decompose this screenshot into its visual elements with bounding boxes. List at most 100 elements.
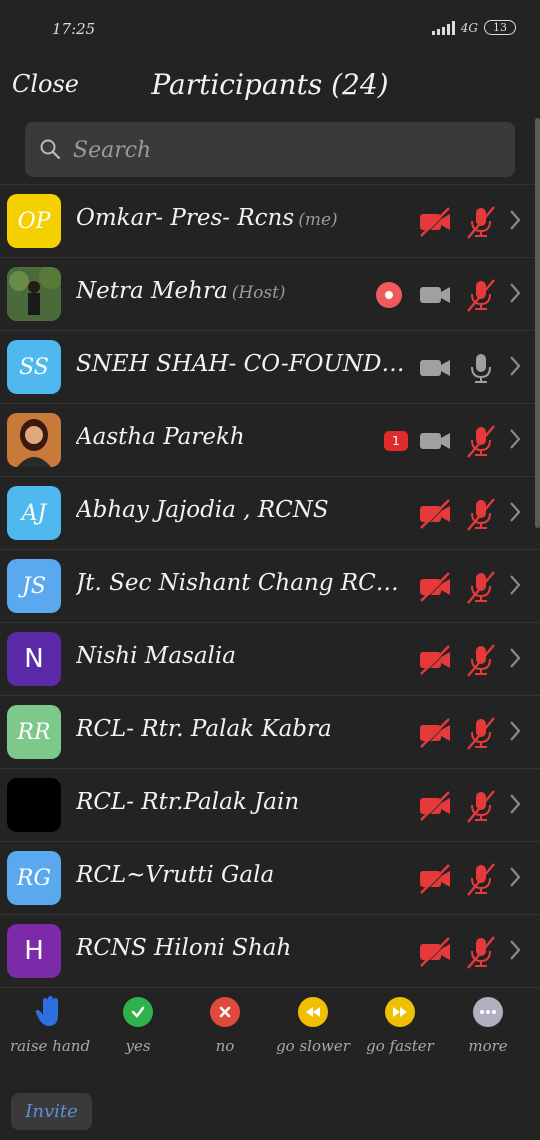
mic-off-icon bbox=[466, 278, 496, 316]
participant-row[interactable]: Netra Mehra (Host) bbox=[0, 258, 540, 331]
status-indicators: 4G 13 bbox=[431, 20, 516, 35]
chevron-right-icon[interactable] bbox=[508, 939, 522, 965]
participant-row[interactable]: OP Omkar- Pres- Rcns (me) bbox=[0, 185, 540, 258]
search-bar[interactable] bbox=[25, 122, 515, 177]
avatar bbox=[7, 778, 61, 832]
participant-name-text: RCL- Rtr.Palak Jain bbox=[76, 789, 300, 815]
status-bar: 17:25 4G 13 bbox=[0, 0, 540, 58]
reaction-label: raise hand bbox=[9, 1037, 91, 1055]
reaction-rewind-button[interactable]: go slower bbox=[269, 995, 357, 1055]
video-off-icon bbox=[418, 935, 452, 973]
participant-name-text: Jt. Sec Nishant Chang RCVESC... bbox=[76, 570, 406, 596]
chevron-right-icon[interactable] bbox=[508, 428, 522, 454]
chevron-right-icon[interactable] bbox=[508, 209, 522, 235]
mic-icon bbox=[466, 351, 496, 389]
fast-forward-icon bbox=[385, 997, 415, 1027]
participant-row[interactable]: RR RCL- Rtr. Palak Kabra bbox=[0, 696, 540, 769]
participant-name: Jt. Sec Nishant Chang RCVESC... bbox=[76, 570, 406, 596]
avatar: AJ bbox=[7, 486, 61, 540]
video-icon bbox=[418, 424, 452, 462]
mic-off-icon bbox=[466, 789, 496, 827]
reaction-more-button[interactable]: more bbox=[444, 995, 532, 1055]
reaction-bar: raise hand yes no go slower go faster more bbox=[0, 985, 540, 1065]
participant-name: Omkar- Pres- Rcns (me) bbox=[76, 205, 406, 231]
more-icon bbox=[473, 997, 503, 1027]
x-icon bbox=[210, 997, 240, 1027]
chevron-right-icon[interactable] bbox=[508, 501, 522, 527]
reaction-x-button[interactable]: no bbox=[181, 995, 269, 1055]
invite-button[interactable]: Invite bbox=[11, 1093, 92, 1130]
reaction-fast-forward-button[interactable]: go faster bbox=[356, 995, 444, 1055]
chevron-right-icon[interactable] bbox=[508, 720, 522, 746]
participant-name: RCNS Hiloni Shah bbox=[76, 935, 406, 961]
header: Close Participants (24) bbox=[0, 58, 540, 118]
video-icon bbox=[418, 351, 452, 389]
participant-row[interactable]: AJ Abhay Jajodia , RCNS bbox=[0, 477, 540, 550]
video-off-icon bbox=[418, 862, 452, 900]
participant-row[interactable]: RG RCL~Vrutti Gala bbox=[0, 842, 540, 915]
photo-avatar-icon bbox=[7, 267, 61, 321]
avatar: H bbox=[7, 924, 61, 978]
network-type: 4G bbox=[460, 20, 478, 35]
participant-row[interactable]: JS Jt. Sec Nishant Chang RCVESC... bbox=[0, 550, 540, 623]
rewind-icon bbox=[298, 997, 328, 1027]
scrollbar[interactable] bbox=[535, 118, 540, 528]
chat-badge: 1 bbox=[384, 431, 408, 451]
participant-row[interactable]: Aastha Parekh 1 bbox=[0, 404, 540, 477]
page-title: Participants (24) bbox=[151, 68, 389, 101]
mic-off-icon bbox=[466, 643, 496, 681]
chevron-right-icon[interactable] bbox=[508, 866, 522, 892]
check-icon bbox=[123, 997, 153, 1027]
participant-name: RCL~Vrutti Gala bbox=[76, 862, 406, 888]
participant-name: RCL- Rtr. Palak Kabra bbox=[76, 716, 406, 742]
participant-name: Abhay Jajodia , RCNS bbox=[76, 497, 406, 523]
battery-icon: 13 bbox=[484, 20, 516, 35]
chevron-right-icon[interactable] bbox=[508, 574, 522, 600]
participant-name: Aastha Parekh bbox=[76, 424, 406, 450]
participant-name: RCL- Rtr.Palak Jain bbox=[76, 789, 406, 815]
mic-off-icon bbox=[466, 497, 496, 535]
participant-name-text: Abhay Jajodia , RCNS bbox=[76, 497, 329, 523]
reaction-hand-button[interactable]: raise hand bbox=[6, 995, 94, 1055]
participant-row[interactable]: H RCNS Hiloni Shah bbox=[0, 915, 540, 988]
participant-name: Netra Mehra (Host) bbox=[76, 278, 406, 304]
reaction-label: go slower bbox=[276, 1037, 350, 1055]
avatar: SS bbox=[7, 340, 61, 394]
reaction-label: no bbox=[215, 1037, 235, 1055]
search-input[interactable] bbox=[71, 130, 495, 170]
participant-list: OP Omkar- Pres- Rcns (me) Netra Mehra (Host)… bbox=[0, 184, 540, 988]
record-icon[interactable] bbox=[376, 282, 402, 308]
participant-name-text: Omkar- Pres- Rcns bbox=[76, 205, 295, 231]
avatar bbox=[7, 413, 61, 467]
reaction-check-button[interactable]: yes bbox=[94, 995, 182, 1055]
participant-name-text: RCL~Vrutti Gala bbox=[76, 862, 275, 888]
video-off-icon bbox=[418, 570, 452, 608]
mic-off-icon bbox=[466, 570, 496, 608]
video-off-icon bbox=[418, 205, 452, 243]
avatar: RR bbox=[7, 705, 61, 759]
mic-off-icon bbox=[466, 935, 496, 973]
participant-tag: (Host) bbox=[231, 283, 286, 303]
chevron-right-icon[interactable] bbox=[508, 793, 522, 819]
participant-tag: (me) bbox=[298, 210, 338, 230]
participant-name-text: Nishi Masalia bbox=[76, 643, 236, 669]
clock: 17:25 bbox=[52, 20, 96, 38]
video-off-icon bbox=[418, 497, 452, 535]
video-icon bbox=[418, 278, 452, 316]
mic-off-icon bbox=[466, 424, 496, 462]
video-off-icon bbox=[418, 789, 452, 827]
reaction-label: yes bbox=[125, 1037, 151, 1055]
participant-row[interactable]: N Nishi Masalia bbox=[0, 623, 540, 696]
avatar: OP bbox=[7, 194, 61, 248]
participant-name-text: RCL- Rtr. Palak Kabra bbox=[76, 716, 332, 742]
participant-row[interactable]: SS SNEH SHAH- CO-FOUNDER... bbox=[0, 331, 540, 404]
participant-row[interactable]: RCL- Rtr.Palak Jain bbox=[0, 769, 540, 842]
video-off-icon bbox=[418, 643, 452, 681]
chevron-right-icon[interactable] bbox=[508, 647, 522, 673]
signal-icon bbox=[431, 20, 455, 35]
mic-off-icon bbox=[466, 862, 496, 900]
photo-avatar-icon bbox=[7, 413, 61, 467]
chevron-right-icon[interactable] bbox=[508, 282, 522, 308]
chevron-right-icon[interactable] bbox=[508, 355, 522, 381]
search-icon bbox=[40, 139, 61, 160]
